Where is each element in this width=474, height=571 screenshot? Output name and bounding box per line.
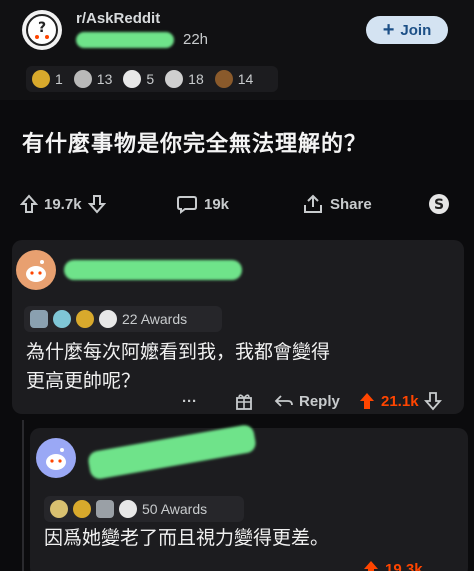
award-count: 1 xyxy=(55,71,63,87)
vote-group: 19.7k xyxy=(20,194,106,214)
silver-coin-icon: S xyxy=(429,194,449,214)
upvote-icon[interactable] xyxy=(20,194,38,214)
silver-award-icon xyxy=(165,70,184,88)
comment-awards-label: 22 Awards xyxy=(122,311,188,327)
join-button[interactable]: + Join xyxy=(366,16,448,44)
award-count: 18 xyxy=(188,71,204,87)
award-icon xyxy=(50,500,68,518)
reply-awards-label: 50 Awards xyxy=(142,501,208,517)
comments-button[interactable]: 19k xyxy=(176,194,229,214)
subreddit-avatar[interactable]: ? xyxy=(22,10,62,50)
share-button[interactable]: Share xyxy=(302,193,372,215)
award-button[interactable]: S xyxy=(428,193,450,215)
award-icon xyxy=(30,310,48,328)
reply-arrow-icon xyxy=(274,395,293,407)
plus-icon: + xyxy=(382,19,395,41)
give-award-icon[interactable] xyxy=(234,391,254,411)
post-time: 22h xyxy=(183,31,209,48)
comment-awards[interactable]: 22 Awards xyxy=(24,306,222,332)
comment-text: 為什麼每次阿嬤看到我，我都會變得 更高更帥呢？ xyxy=(26,338,330,396)
reply-button[interactable]: Reply xyxy=(274,393,340,410)
award-icon xyxy=(73,500,91,518)
redacted-username xyxy=(64,260,242,280)
award-icon xyxy=(99,310,117,328)
reply-card: 50 Awards 因爲她變老了而且視力變得更差。 19.3k xyxy=(30,423,468,571)
reply-vote-group: 19.3k xyxy=(362,558,423,571)
subreddit-name[interactable]: r/AskReddit xyxy=(76,10,160,27)
downvote-icon[interactable] xyxy=(87,194,106,214)
award-icon xyxy=(119,500,137,518)
award-count: 5 xyxy=(146,71,155,87)
redacted-username xyxy=(76,32,174,48)
award-icon xyxy=(53,310,71,328)
reply-awards[interactable]: 50 Awards xyxy=(44,496,244,522)
post-action-bar: 19.7k 19k Share S xyxy=(0,184,474,224)
comment-card: 22 Awards 為什麼每次阿嬤看到我，我都會變得 更高更帥呢？ ··· Re… xyxy=(12,240,464,414)
commenter-avatar[interactable] xyxy=(16,250,56,290)
poop-award-icon xyxy=(214,70,233,88)
comment-actions: ··· Reply 21.1k xyxy=(182,390,462,412)
reply-score: 19.3k xyxy=(385,560,423,571)
more-options-button[interactable]: ··· xyxy=(182,393,197,410)
helpful-hands-award-icon xyxy=(73,70,92,88)
join-label: Join xyxy=(400,21,432,39)
upvote-filled-icon[interactable] xyxy=(358,391,376,411)
award-count: 13 xyxy=(96,71,113,87)
redacted-username xyxy=(86,423,258,481)
comment-count: 19k xyxy=(204,195,230,213)
share-icon xyxy=(304,194,322,213)
snoo-avatar-icon xyxy=(46,448,66,470)
post-header: ? r/AskReddit 22h + Join 1 13 5 18 14 xyxy=(0,0,474,100)
post-awards[interactable]: 1 13 5 18 14 xyxy=(26,66,278,92)
award-count: 14 xyxy=(237,71,254,87)
askreddit-logo-icon: ? xyxy=(26,14,58,46)
replier-avatar[interactable] xyxy=(36,438,76,478)
reply-text: 因爲她變老了而且視力變得更差。 xyxy=(44,528,330,549)
share-label: Share xyxy=(330,195,372,213)
award-icon xyxy=(76,310,94,328)
comment-text-line: 為什麼每次阿嬤看到我，我都會變得 xyxy=(26,342,331,363)
upvote-filled-icon[interactable] xyxy=(362,559,380,571)
post-title[interactable]: 有什麼事物是你完全無法理解的？ xyxy=(22,126,367,158)
svg-text:?: ? xyxy=(38,20,46,36)
award-icon xyxy=(96,500,114,518)
thread-line[interactable] xyxy=(22,420,24,571)
downvote-icon[interactable] xyxy=(423,391,442,411)
snoo-avatar-icon xyxy=(26,260,46,282)
reply-label: Reply xyxy=(299,392,340,410)
post-upvotes: 19.7k xyxy=(44,195,82,213)
comment-bubble-icon xyxy=(177,196,197,214)
comment-score: 21.1k xyxy=(381,392,419,410)
wholesome-award-icon xyxy=(123,70,142,88)
comment-vote-group: 21.1k xyxy=(358,391,442,411)
svg-text:S: S xyxy=(434,197,444,213)
gold-crown-award-icon xyxy=(32,70,50,88)
